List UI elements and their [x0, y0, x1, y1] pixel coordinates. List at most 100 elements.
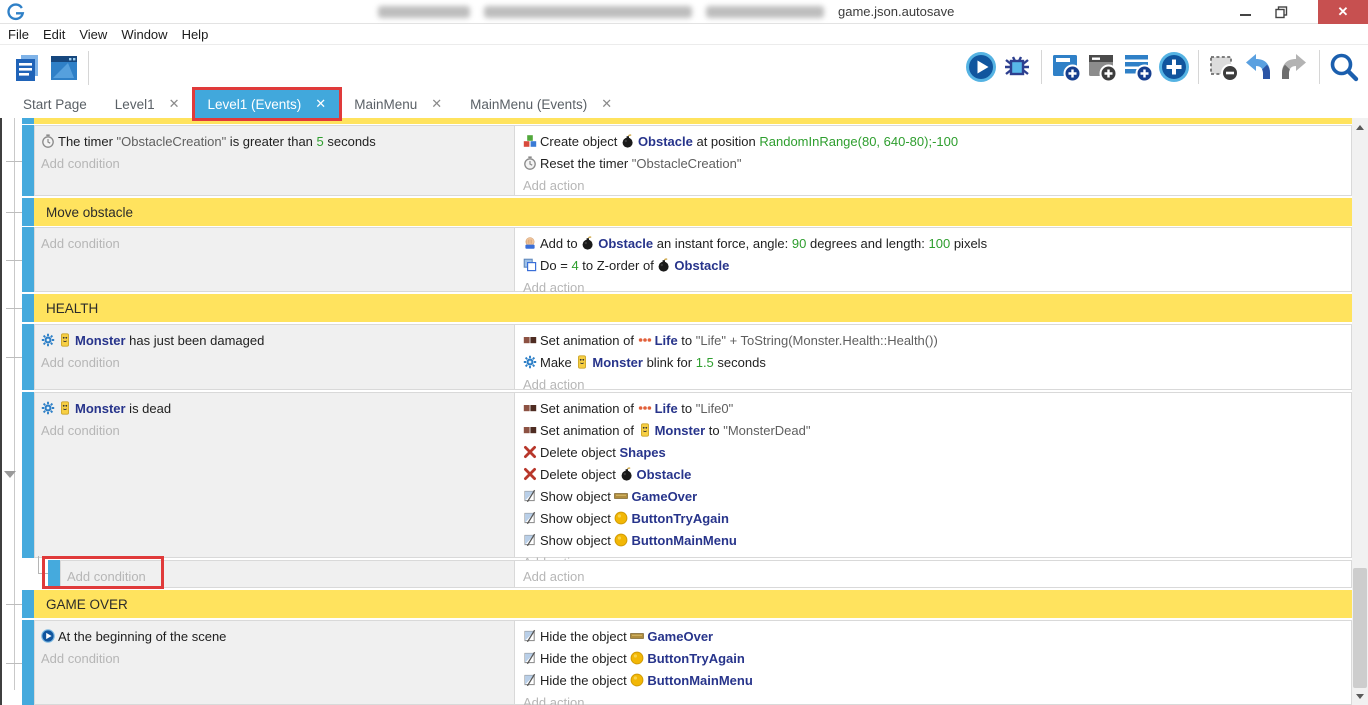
condition-line[interactable]: The timer "ObstacleCreation" is greater …	[41, 130, 508, 152]
condition-line[interactable]: Monster has just been damaged	[41, 329, 508, 351]
action-line[interactable]: Create object Obstacle at position Rando…	[523, 130, 1345, 152]
project-manager-icon[interactable]	[12, 52, 44, 84]
action-line[interactable]: Hide the object ButtonTryAgain	[523, 647, 1345, 669]
tab-close-icon[interactable]: ✕	[601, 96, 612, 112]
text-segment: 100	[929, 236, 951, 251]
comment-row[interactable]	[34, 118, 1352, 124]
undo-icon[interactable]	[1243, 51, 1275, 83]
action-line[interactable]: Show object GameOver	[523, 485, 1345, 507]
event-handle[interactable]	[22, 198, 34, 226]
action-line[interactable]: Set animation of Life to "Life" + ToStri…	[523, 329, 1345, 351]
comment-row[interactable]: HEALTH	[34, 294, 1352, 322]
add-circle-icon[interactable]	[1158, 51, 1190, 83]
condition-line[interactable]: Monster is dead	[41, 397, 508, 419]
tab-close-icon[interactable]: ✕	[315, 96, 326, 112]
text-segment: Set animation of	[540, 401, 638, 416]
menu-help[interactable]: Help	[182, 27, 220, 42]
tab-start-page[interactable]: Start Page	[10, 90, 100, 118]
toolbar-separator	[88, 51, 89, 85]
action-line[interactable]: Delete object Obstacle	[523, 463, 1345, 485]
fold-arrow-icon[interactable]	[4, 471, 16, 478]
add-condition-button[interactable]: Add condition	[41, 419, 508, 441]
gameover-icon	[614, 489, 628, 503]
vertical-scrollbar[interactable]	[1352, 118, 1368, 705]
text-segment: seconds	[324, 134, 376, 149]
action-line[interactable]: Make Monster blink for 1.5 seconds	[523, 351, 1345, 373]
tab-level1[interactable]: Level1 ✕	[102, 90, 193, 118]
scrollbar-thumb[interactable]	[1353, 568, 1367, 688]
button-icon	[614, 511, 628, 525]
monster-icon	[58, 401, 72, 415]
action-line[interactable]: Show object ButtonMainMenu	[523, 529, 1345, 551]
action-line[interactable]: Set animation of Life to "Life0"	[523, 397, 1345, 419]
search-icon[interactable]	[1328, 51, 1360, 83]
tab-label: Level1	[115, 97, 155, 112]
text-segment: degrees and length:	[806, 236, 928, 251]
scene-editor-icon[interactable]	[48, 52, 80, 84]
debug-icon[interactable]	[1001, 51, 1033, 83]
text-segment: Create object	[540, 134, 621, 149]
event-handle[interactable]	[22, 620, 34, 705]
scrollbar-up-icon[interactable]	[1352, 119, 1368, 135]
event-handle[interactable]	[22, 590, 34, 618]
bomb-icon	[657, 258, 671, 272]
event-handle[interactable]	[22, 294, 34, 322]
tab-close-icon[interactable]: ✕	[169, 96, 180, 112]
remove-event-icon[interactable]	[1207, 51, 1239, 83]
action-line[interactable]: Delete object Shapes	[523, 441, 1345, 463]
event-handle[interactable]	[22, 392, 34, 558]
action-line[interactable]: Do = 4 to Z-order of Obstacle	[523, 254, 1345, 276]
menu-window[interactable]: Window	[121, 27, 178, 42]
text-segment: "Life" + ToString(Monster.Health::Health…	[696, 333, 938, 348]
text-segment: Set animation of	[540, 333, 638, 348]
add-event-icon[interactable]	[1050, 51, 1082, 83]
play-icon[interactable]	[965, 51, 997, 83]
event-handle[interactable]	[22, 125, 34, 196]
action-line[interactable]: Hide the object ButtonMainMenu	[523, 669, 1345, 691]
comment-row[interactable]: Move obstacle	[34, 198, 1352, 226]
redo-icon[interactable]	[1279, 51, 1311, 83]
minimize-button[interactable]	[1228, 0, 1262, 24]
restore-button[interactable]	[1262, 0, 1300, 24]
scrollbar-down-icon[interactable]	[1352, 688, 1368, 704]
action-line[interactable]: Reset the timer "ObstacleCreation"	[523, 152, 1345, 174]
add-comment-icon[interactable]	[1122, 51, 1154, 83]
event-handle[interactable]	[48, 560, 60, 588]
comment-row[interactable]: GAME OVER	[34, 590, 1352, 618]
object-name: GameOver	[647, 629, 713, 644]
action-line[interactable]: Hide the object GameOver	[523, 625, 1345, 647]
menu-file[interactable]: File	[8, 27, 40, 42]
object-name: GameOver	[631, 489, 697, 504]
add-condition-button[interactable]: Add condition	[41, 351, 508, 373]
tab-mainmenu[interactable]: MainMenu✕	[341, 90, 455, 118]
tab-mainmenu-events[interactable]: MainMenu (Events)✕	[457, 90, 625, 118]
event-handle[interactable]	[22, 118, 34, 124]
add-action-button[interactable]: Add action	[523, 174, 1345, 196]
action-line[interactable]: Set animation of Monster to "MonsterDead…	[523, 419, 1345, 441]
action-line[interactable]: Add to Obstacle an instant force, angle:…	[523, 232, 1345, 254]
conditions-cell: At the beginning of the sceneAdd conditi…	[35, 621, 514, 704]
event-handle[interactable]	[22, 227, 34, 292]
add-condition-button[interactable]: Add condition	[67, 565, 508, 587]
clock-icon	[41, 134, 55, 148]
actions-cell: Add to Obstacle an instant force, angle:…	[514, 228, 1351, 291]
tab-level1-events[interactable]: Level1 (Events) ✕	[195, 90, 340, 118]
action-line[interactable]: Show object ButtonTryAgain	[523, 507, 1345, 529]
add-subevent-icon[interactable]	[1086, 51, 1118, 83]
event-handle[interactable]	[22, 324, 34, 390]
add-condition-button[interactable]: Add condition	[41, 152, 508, 174]
add-condition-button[interactable]: Add condition	[41, 647, 508, 669]
add-action-button[interactable]: Add action	[523, 565, 1345, 587]
menu-view[interactable]: View	[79, 27, 118, 42]
close-button[interactable]: ✕	[1318, 0, 1368, 24]
text-segment: Hide the object	[540, 673, 630, 688]
tree-tick	[6, 308, 22, 309]
add-condition-label: Add condition	[67, 569, 146, 584]
actions-cell: Create object Obstacle at position Rando…	[514, 126, 1351, 195]
add-condition-button[interactable]: Add condition	[41, 232, 508, 254]
add-action-button[interactable]: Add action	[523, 691, 1345, 705]
tab-label: Level1 (Events)	[208, 97, 302, 112]
condition-line[interactable]: At the beginning of the scene	[41, 625, 508, 647]
menu-edit[interactable]: Edit	[43, 27, 76, 42]
tab-close-icon[interactable]: ✕	[431, 96, 442, 112]
